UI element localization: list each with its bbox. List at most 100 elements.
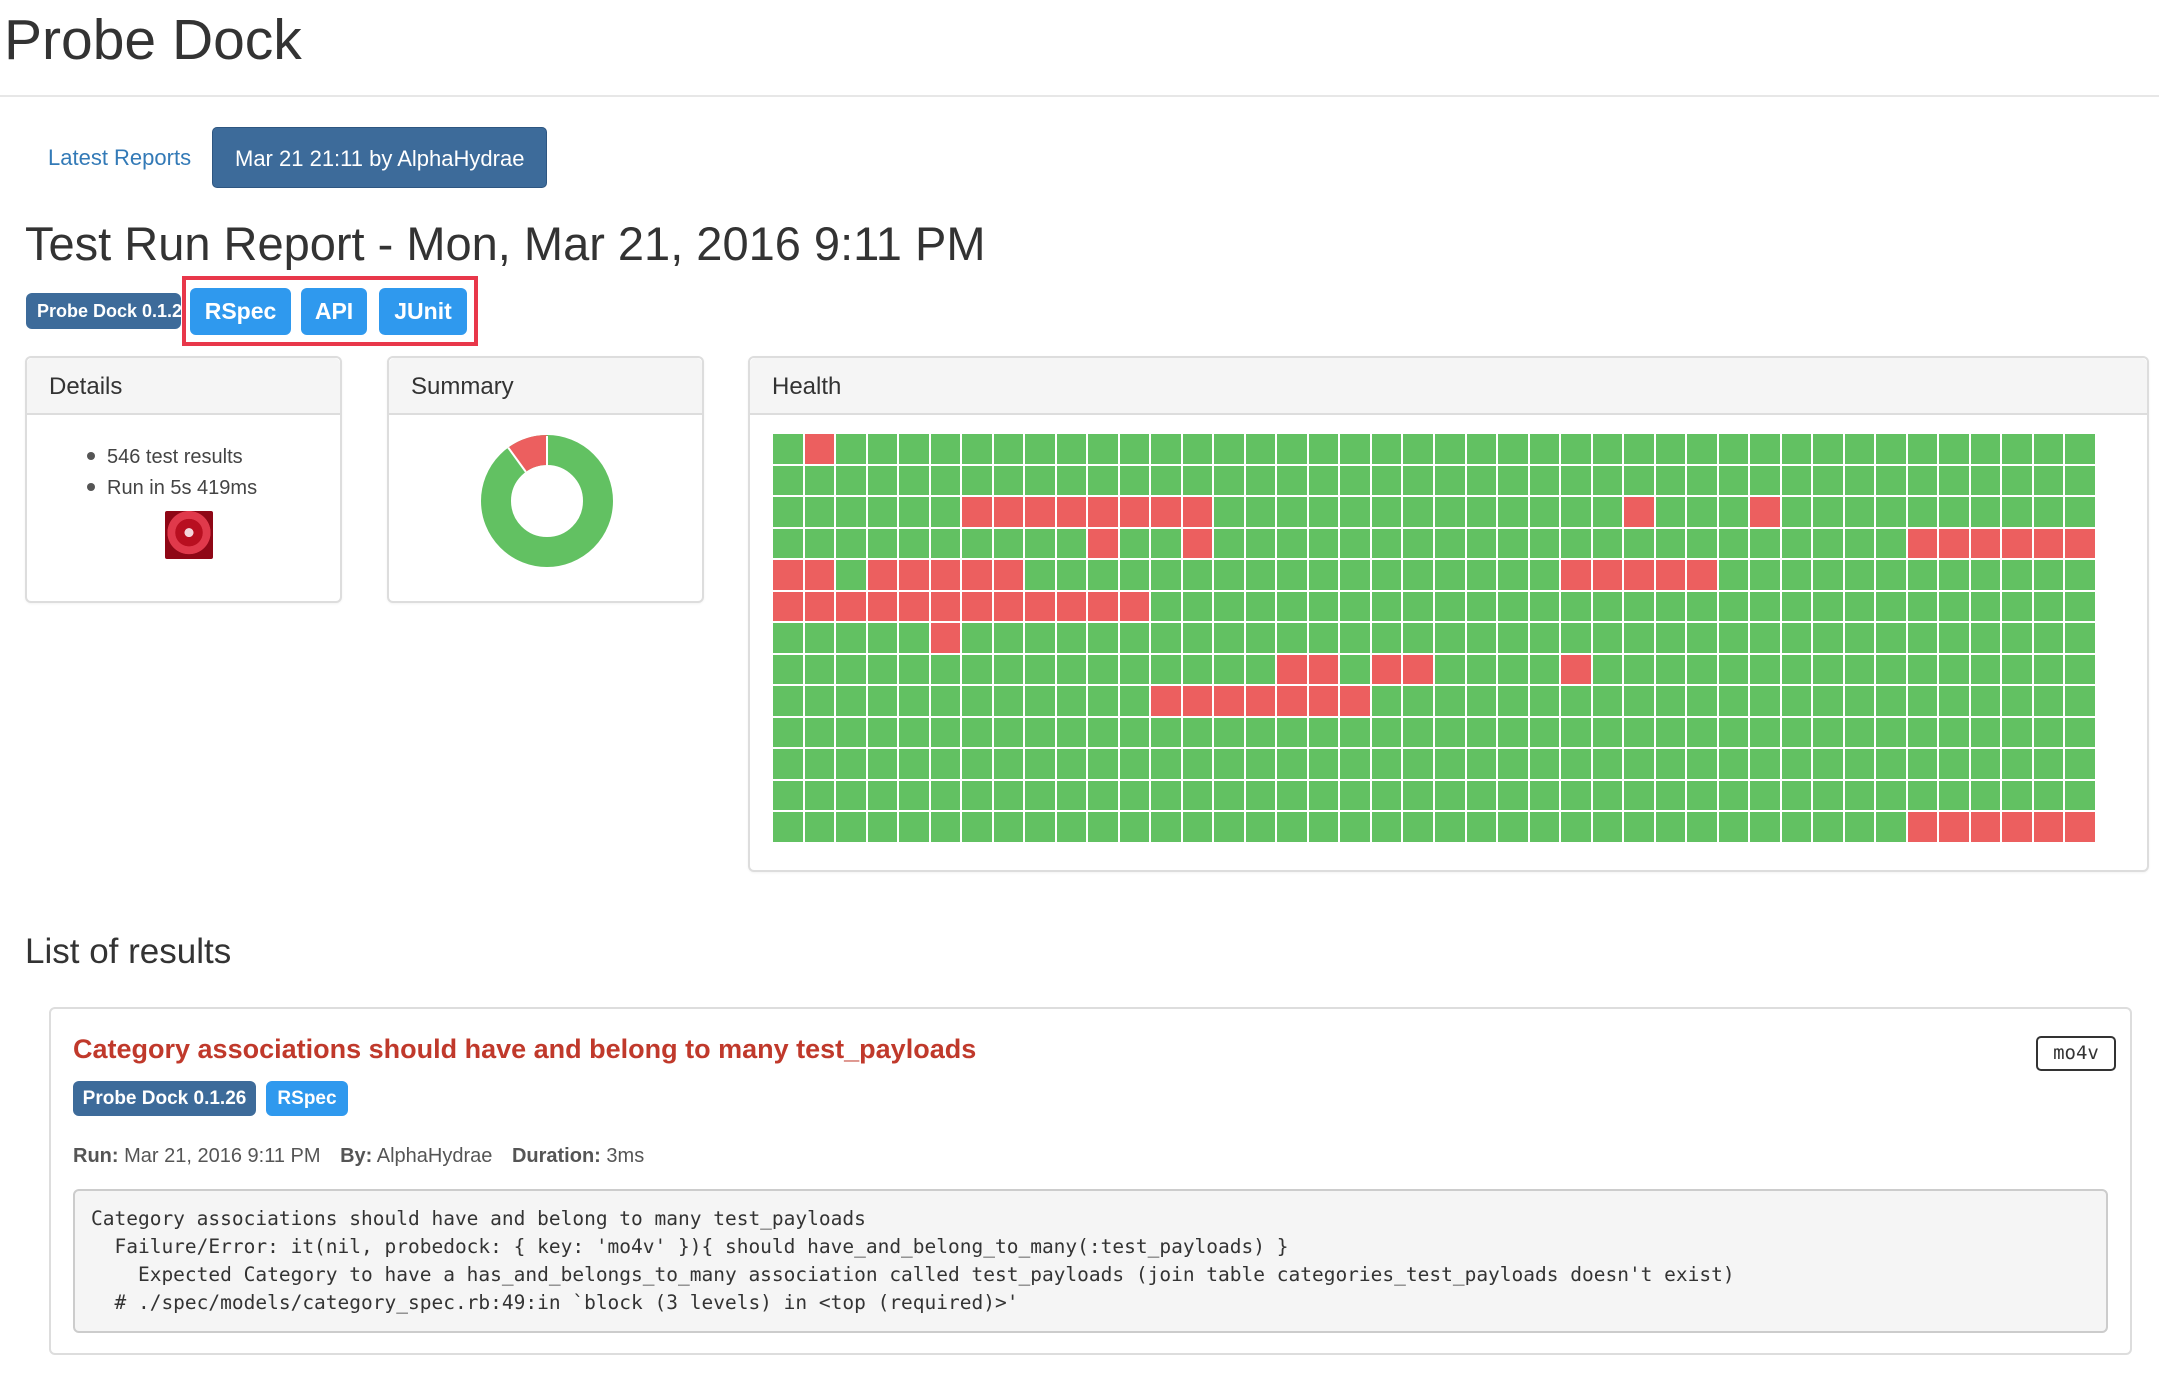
health-cell-passed[interactable] xyxy=(1434,812,1465,842)
health-cell-failed[interactable] xyxy=(993,497,1024,527)
health-cell-passed[interactable] xyxy=(1119,812,1150,842)
health-cell-passed[interactable] xyxy=(1813,654,1843,685)
health-cell-passed[interactable] xyxy=(1687,686,1717,716)
health-cell-passed[interactable] xyxy=(1498,591,1528,622)
health-cell-failed[interactable] xyxy=(773,591,803,622)
app-title[interactable]: Probe Dock xyxy=(4,6,302,74)
health-cell-failed[interactable] xyxy=(1277,686,1307,716)
health-cell-passed[interactable] xyxy=(1498,654,1528,685)
health-cell-passed[interactable] xyxy=(1466,434,1497,464)
health-cell-passed[interactable] xyxy=(1151,560,1181,590)
health-cell-passed[interactable] xyxy=(1308,528,1339,559)
health-cell-passed[interactable] xyxy=(899,686,929,716)
health-cell-failed[interactable] xyxy=(1151,686,1181,716)
health-cell-passed[interactable] xyxy=(1371,686,1402,716)
health-cell-passed[interactable] xyxy=(1687,434,1717,464)
health-cell-passed[interactable] xyxy=(1687,812,1717,842)
health-cell-passed[interactable] xyxy=(1371,434,1402,464)
health-cell-passed[interactable] xyxy=(1781,434,1812,464)
health-cell-passed[interactable] xyxy=(1466,465,1497,496)
health-cell-passed[interactable] xyxy=(2002,780,2032,811)
health-cell-passed[interactable] xyxy=(1025,560,1055,590)
health-cell-passed[interactable] xyxy=(1718,560,1749,590)
health-cell-passed[interactable] xyxy=(1876,812,1906,842)
health-cell-passed[interactable] xyxy=(1056,749,1087,779)
health-cell-passed[interactable] xyxy=(1182,812,1213,842)
health-cell-passed[interactable] xyxy=(2033,686,2064,716)
health-cell-failed[interactable] xyxy=(899,591,929,622)
health-cell-passed[interactable] xyxy=(1088,623,1118,653)
health-cell-passed[interactable] xyxy=(1687,654,1717,685)
health-cell-passed[interactable] xyxy=(2033,560,2064,590)
health-cell-passed[interactable] xyxy=(804,686,835,716)
health-cell-passed[interactable] xyxy=(1277,528,1307,559)
health-cell-passed[interactable] xyxy=(1750,717,1780,748)
health-cell-passed[interactable] xyxy=(1151,717,1181,748)
health-cell-passed[interactable] xyxy=(1277,465,1307,496)
health-cell-passed[interactable] xyxy=(836,560,866,590)
health-cell-passed[interactable] xyxy=(2002,434,2032,464)
health-cell-passed[interactable] xyxy=(1119,623,1150,653)
health-cell-passed[interactable] xyxy=(1466,780,1497,811)
health-cell-passed[interactable] xyxy=(1813,528,1843,559)
health-cell-passed[interactable] xyxy=(1182,465,1213,496)
health-cell-passed[interactable] xyxy=(993,434,1024,464)
health-cell-passed[interactable] xyxy=(1876,749,1906,779)
health-cell-passed[interactable] xyxy=(1655,434,1686,464)
health-cell-passed[interactable] xyxy=(1844,528,1875,559)
health-cell-passed[interactable] xyxy=(962,654,992,685)
health-cell-passed[interactable] xyxy=(1056,812,1087,842)
health-cell-passed[interactable] xyxy=(993,717,1024,748)
health-cell-passed[interactable] xyxy=(1498,717,1528,748)
health-cell-passed[interactable] xyxy=(1025,780,1055,811)
health-cell-passed[interactable] xyxy=(1214,812,1244,842)
health-cell-passed[interactable] xyxy=(1025,623,1055,653)
health-cell-passed[interactable] xyxy=(2065,749,2095,779)
health-cell-passed[interactable] xyxy=(1403,528,1433,559)
health-cell-passed[interactable] xyxy=(1340,434,1370,464)
health-cell-passed[interactable] xyxy=(1182,749,1213,779)
health-cell-passed[interactable] xyxy=(2065,654,2095,685)
health-cell-passed[interactable] xyxy=(962,434,992,464)
health-cell-passed[interactable] xyxy=(1529,717,1560,748)
health-cell-passed[interactable] xyxy=(2002,717,2032,748)
health-cell-passed[interactable] xyxy=(1403,497,1433,527)
health-cell-failed[interactable] xyxy=(1277,654,1307,685)
health-cell-passed[interactable] xyxy=(1844,812,1875,842)
health-cell-failed[interactable] xyxy=(899,560,929,590)
health-cell-passed[interactable] xyxy=(1434,749,1465,779)
health-cell-passed[interactable] xyxy=(993,749,1024,779)
health-cell-failed[interactable] xyxy=(1970,812,2001,842)
health-cell-passed[interactable] xyxy=(1245,654,1276,685)
health-cell-failed[interactable] xyxy=(1056,591,1087,622)
health-cell-passed[interactable] xyxy=(1970,591,2001,622)
health-cell-failed[interactable] xyxy=(1371,654,1402,685)
health-cell-passed[interactable] xyxy=(1371,717,1402,748)
health-cell-passed[interactable] xyxy=(1592,591,1623,622)
health-cell-passed[interactable] xyxy=(2065,623,2095,653)
health-cell-passed[interactable] xyxy=(1592,812,1623,842)
health-cell-passed[interactable] xyxy=(1844,591,1875,622)
health-cell-passed[interactable] xyxy=(2002,749,2032,779)
health-cell-passed[interactable] xyxy=(993,623,1024,653)
health-cell-passed[interactable] xyxy=(1876,591,1906,622)
health-cell-passed[interactable] xyxy=(930,686,961,716)
health-cell-passed[interactable] xyxy=(930,812,961,842)
health-cell-passed[interactable] xyxy=(1214,560,1244,590)
health-cell-passed[interactable] xyxy=(836,686,866,716)
health-cell-passed[interactable] xyxy=(1939,434,1969,464)
category-label-api[interactable]: API xyxy=(301,288,367,335)
health-cell-passed[interactable] xyxy=(1308,560,1339,590)
health-cell-passed[interactable] xyxy=(1056,780,1087,811)
health-cell-passed[interactable] xyxy=(1592,528,1623,559)
health-cell-passed[interactable] xyxy=(1655,749,1686,779)
health-cell-failed[interactable] xyxy=(2065,528,2095,559)
health-cell-passed[interactable] xyxy=(804,812,835,842)
health-cell-failed[interactable] xyxy=(1308,686,1339,716)
health-cell-passed[interactable] xyxy=(1529,528,1560,559)
health-cell-passed[interactable] xyxy=(1718,623,1749,653)
health-cell-passed[interactable] xyxy=(1624,812,1654,842)
health-cell-passed[interactable] xyxy=(1655,528,1686,559)
health-cell-passed[interactable] xyxy=(1403,623,1433,653)
health-cell-passed[interactable] xyxy=(1308,717,1339,748)
